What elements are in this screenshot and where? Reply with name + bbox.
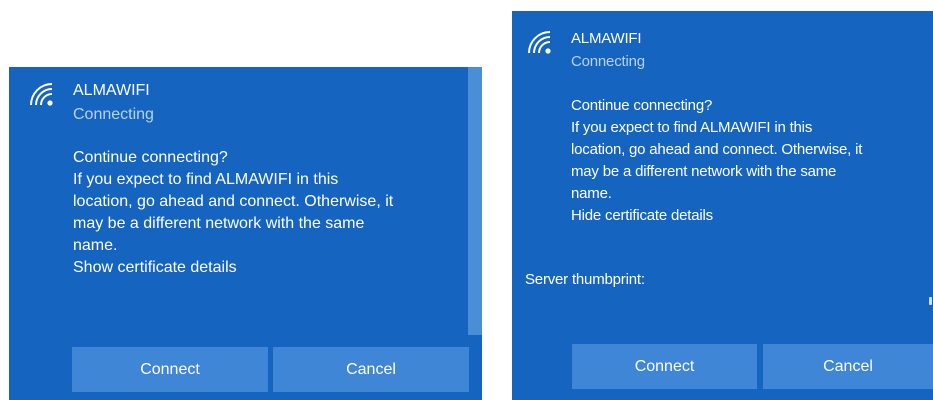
message-line: may be a different network with the same: [571, 163, 837, 180]
wifi-signal-icon: [30, 83, 53, 106]
wifi-signal-icon: [528, 31, 551, 54]
truncated-thumbprint-value: [929, 297, 932, 305]
message-line: name.: [73, 237, 118, 254]
server-thumbprint-label: Server thumbprint:: [525, 271, 645, 288]
network-name: ALMAWIFI: [73, 82, 150, 99]
message-line: location, go ahead and connect. Otherwis…: [571, 141, 863, 158]
cancel-button[interactable]: Cancel: [763, 344, 933, 389]
connection-status: Connecting: [571, 53, 645, 70]
message-line: name.: [571, 185, 612, 202]
hide-certificate-details-link[interactable]: Hide certificate details: [571, 205, 713, 227]
cancel-button[interactable]: Cancel: [273, 347, 469, 392]
message-line: If you expect to find ALMAWIFI in this: [73, 171, 339, 188]
message-line: may be a different network with the same: [73, 215, 365, 232]
panel-edge-strip: [468, 67, 482, 335]
message-question: Continue connecting?: [571, 97, 713, 114]
network-name: ALMAWIFI: [571, 30, 642, 47]
message-line: location, go ahead and connect. Otherwis…: [73, 193, 394, 210]
wifi-connect-dialog-left: ALMAWIFI Connecting Continue connecting?…: [9, 67, 482, 400]
show-certificate-details-link[interactable]: Show certificate details: [73, 257, 237, 279]
message-line: If you expect to find ALMAWIFI in this: [571, 119, 813, 136]
connect-button[interactable]: Connect: [572, 344, 757, 389]
connection-status: Connecting: [73, 106, 154, 123]
message-question: Continue connecting?: [73, 149, 228, 166]
wifi-connect-dialog-right: ALMAWIFI Connecting Continue connecting?…: [512, 11, 933, 400]
connect-button[interactable]: Connect: [72, 347, 268, 392]
